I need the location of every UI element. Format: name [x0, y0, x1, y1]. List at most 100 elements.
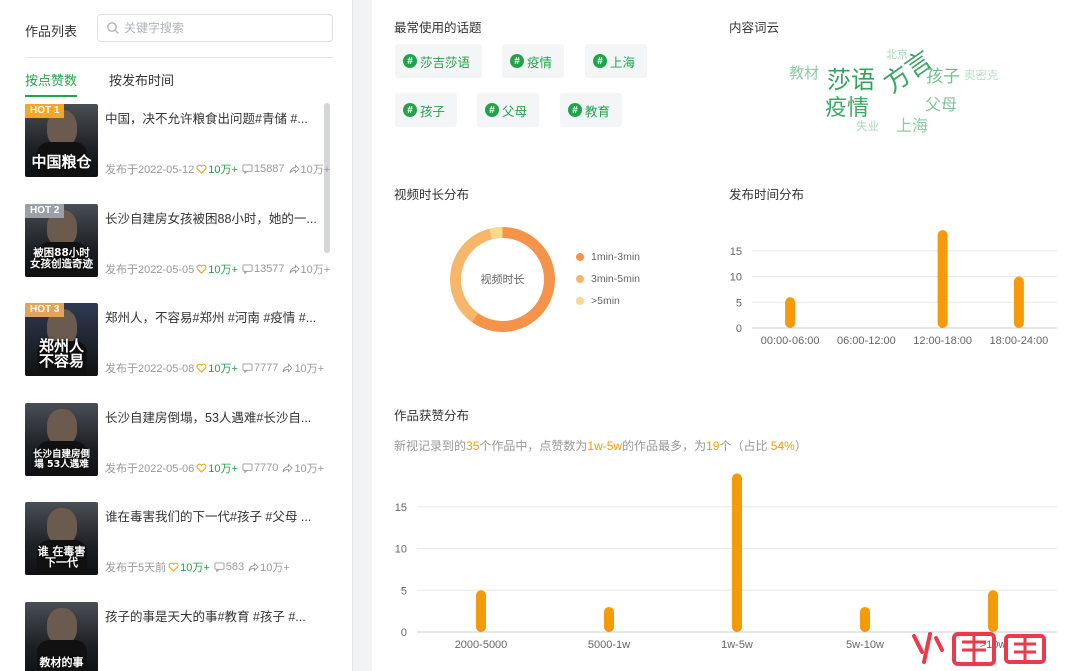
list-item[interactable]: 长沙自建房倒塌 53人遇难 长沙自建房倒塌，53人遇难#长沙自... 发布于20… — [25, 402, 325, 503]
list-item[interactable]: 教材的事 孩子的事是天大的事#教育 #孩子 #... — [25, 601, 325, 671]
share-icon — [282, 462, 294, 473]
item-title[interactable]: 谁在毒害我们的下一代#孩子 #父母 ... — [105, 506, 325, 525]
y-tick-label: 10 — [730, 272, 742, 284]
shares-count: 10万+ — [294, 462, 325, 475]
bar[interactable] — [1013, 276, 1024, 329]
video-cover[interactable]: 郑州人 不容易 HOT 3 — [25, 303, 98, 376]
hot-badge: HOT 2 — [25, 203, 65, 218]
cover-caption: 中国粮仓 — [31, 153, 92, 172]
legend-item: >5min — [576, 295, 620, 307]
video-cover[interactable]: 谁 在毒害 下一代 — [25, 502, 98, 575]
cover-caption: 长沙自建房倒塌 53人遇难 — [32, 448, 90, 470]
tab-sort-by-time[interactable]: 按发布时间 — [109, 70, 174, 97]
topics-title: 最常使用的话题 — [394, 21, 482, 35]
item-meta: 发布于5天前 10万+ 583 10万+ — [105, 559, 290, 575]
topic-tag[interactable]: # 父母 — [477, 93, 540, 127]
x-tick-label: 12:00-18:00 — [913, 335, 972, 347]
donut-center-label: 视频时长 — [481, 272, 525, 286]
x-tick-label: 06:00-12:00 — [837, 335, 896, 347]
item-title[interactable]: 长沙自建房倒塌，53人遇难#长沙自... — [105, 407, 325, 426]
likes-dist-title: 作品获赞分布 — [394, 409, 470, 423]
list-item[interactable]: 被困88小时 女孩创造奇迹 HOT 2 长沙自建房女孩被困88小时，她的一...… — [25, 203, 330, 304]
bar[interactable] — [937, 230, 948, 328]
cloud-word: 奥密克 — [964, 68, 999, 82]
search-box[interactable] — [97, 14, 333, 42]
summary-range: 1w-5w — [587, 439, 623, 453]
watermark-logo — [912, 632, 1046, 666]
x-tick-label: 2000-5000 — [455, 639, 508, 651]
item-meta: 发布于2022-05-12 10万+ 15887 10万+ — [105, 161, 330, 177]
bar[interactable] — [988, 590, 998, 632]
bar[interactable] — [785, 297, 796, 328]
likes-count: 10万+ — [208, 363, 238, 375]
video-cover[interactable]: 被困88小时 女孩创造奇迹 HOT 2 — [25, 203, 98, 277]
y-tick-label: 5 — [401, 585, 407, 597]
video-cover[interactable]: 中国粮仓 HOT 1 — [25, 104, 98, 177]
publish-date: 发布于5天前 — [105, 562, 167, 574]
cover-caption: 教材的事 — [39, 655, 84, 669]
shares-count: 10万+ — [294, 363, 325, 375]
topic-tag[interactable]: # 疫情 — [502, 44, 565, 78]
likes-count: 10万+ — [208, 263, 238, 276]
comments-count: 7777 — [253, 362, 279, 374]
hashtag-icon: # — [568, 103, 582, 117]
cloud-word: 失业 — [856, 119, 879, 133]
comment-icon — [214, 562, 225, 572]
hashtag-icon: # — [485, 103, 499, 117]
publish-date: 发布于2022-05-06 — [105, 462, 195, 475]
bar[interactable] — [860, 606, 870, 632]
heart-icon — [168, 562, 179, 572]
heart-icon — [196, 164, 207, 174]
y-tick-label: 5 — [736, 297, 742, 309]
comment-icon — [242, 164, 253, 174]
works-list: 中国粮仓 HOT 1 中国，决不允许粮食出问题#青储 #... 发布于2022-… — [25, 104, 330, 671]
list-item[interactable]: 中国粮仓 HOT 1 中国，决不允许粮食出问题#青储 #... 发布于2022-… — [25, 104, 330, 204]
cloud-word: 父母 — [925, 95, 958, 114]
list-item[interactable]: 谁 在毒害 下一代 谁在毒害我们的下一代#孩子 #父母 ... 发布于5天前 1… — [25, 502, 325, 602]
hot-badge: HOT 3 — [25, 303, 65, 317]
cover-caption: 被困88小时 女孩创造奇迹 — [30, 247, 93, 271]
comment-icon — [242, 462, 253, 473]
heart-icon — [196, 363, 207, 373]
sort-tabs: 按点赞数 按发布时间 — [25, 70, 174, 97]
item-title[interactable]: 长沙自建房女孩被困88小时，她的一... — [105, 208, 325, 227]
video-cover[interactable]: 长沙自建房倒塌 53人遇难 — [25, 402, 98, 476]
item-title[interactable]: 孩子的事是天大的事#教育 #孩子 #... — [105, 606, 325, 625]
bar[interactable] — [604, 606, 614, 632]
topic-tag[interactable]: # 孩子 — [395, 93, 458, 127]
y-tick-label: 0 — [736, 323, 742, 335]
duration-donut-chart: 视频时长 — [450, 227, 555, 332]
bar[interactable] — [732, 473, 742, 632]
legend-item: 3min-5min — [576, 273, 640, 285]
shares-count: 10万+ — [300, 164, 331, 176]
topic-tag[interactable]: # 上海 — [585, 44, 648, 78]
donut-slice[interactable] — [489, 227, 503, 240]
cloud-word: 教材 — [789, 64, 820, 82]
heart-icon — [196, 264, 207, 274]
x-tick-label: 18:00-24:00 — [990, 335, 1049, 347]
works-list-panel: 作品列表 按点赞数 按发布时间 中国粮仓 HOT 1 中国，决不允许粮食出问题#… — [0, 0, 353, 671]
likes-count: 10万+ — [180, 562, 210, 574]
y-tick-label: 15 — [730, 246, 742, 258]
hashtag-icon: # — [403, 54, 417, 68]
tab-sort-by-likes[interactable]: 按点赞数 — [25, 70, 78, 97]
item-title[interactable]: 郑州人，不容易#郑州 #河南 #疫情 #... — [105, 307, 325, 326]
item-meta: 发布于2022-05-06 10万+ 7770 10万+ — [105, 460, 324, 476]
likes-count: 10万+ — [208, 462, 238, 475]
y-tick-label: 0 — [401, 627, 407, 639]
bar[interactable] — [476, 590, 486, 632]
legend-item: 1min-3min — [576, 251, 640, 263]
video-cover[interactable]: 教材的事 — [25, 601, 98, 671]
x-tick-label: 00:00-06:00 — [761, 335, 820, 347]
topic-tag[interactable]: # 教育 — [560, 93, 623, 127]
item-title[interactable]: 中国，决不允许粮食出问题#青储 #... — [105, 108, 325, 127]
x-tick-label: 1w-5w — [721, 639, 753, 651]
share-icon — [289, 263, 300, 274]
search-icon — [107, 22, 119, 34]
works-list-title: 作品列表 — [25, 24, 78, 39]
search-input[interactable] — [124, 21, 324, 35]
list-item[interactable]: 郑州人 不容易 HOT 3 郑州人，不容易#郑州 #河南 #疫情 #... 发布… — [25, 303, 325, 403]
topic-tag[interactable]: # 莎吉莎语 — [395, 44, 483, 78]
cover-caption: 谁 在毒害 下一代 — [37, 544, 86, 570]
comment-icon — [242, 363, 253, 373]
